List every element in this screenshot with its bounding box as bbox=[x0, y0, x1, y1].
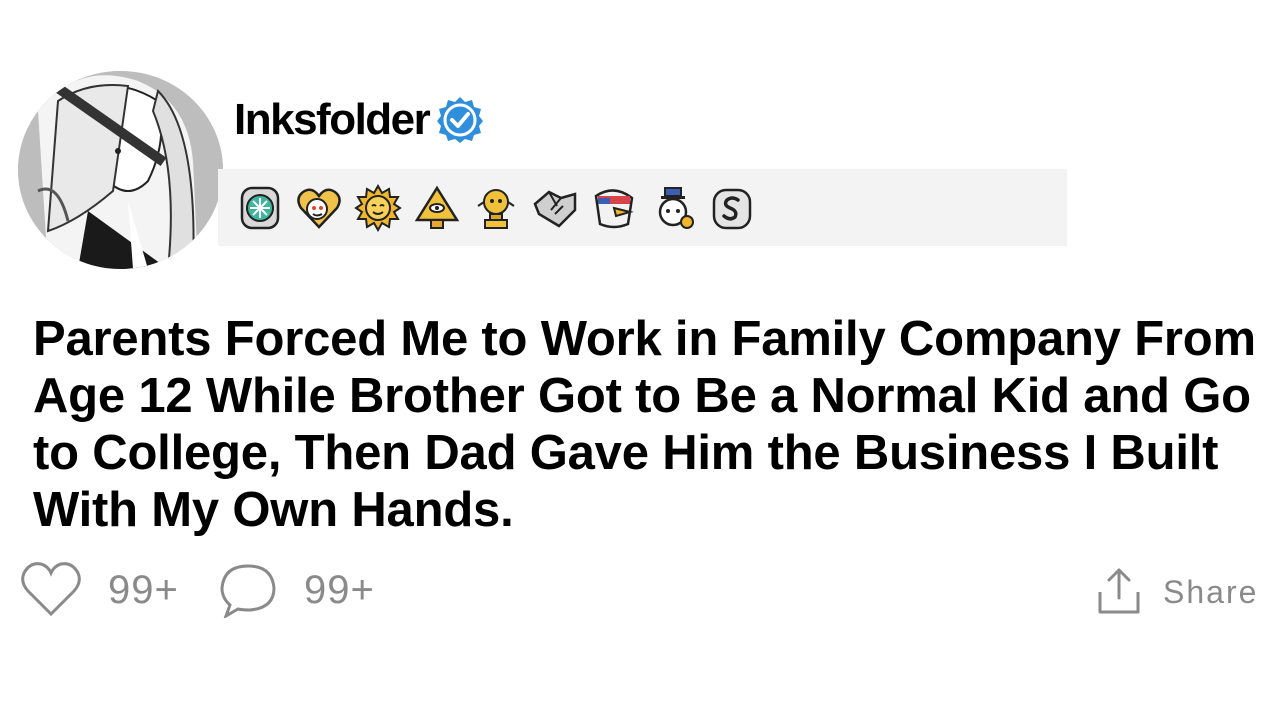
sun-face-award-icon[interactable] bbox=[354, 183, 402, 232]
silver-coin-award-icon[interactable] bbox=[708, 184, 756, 232]
eagle-award-icon[interactable] bbox=[590, 184, 638, 232]
share-action[interactable] bbox=[1096, 566, 1142, 616]
gem-award-icon[interactable] bbox=[236, 184, 284, 232]
like-count: 99+ bbox=[108, 568, 179, 612]
wholesome-heart-award-icon[interactable] bbox=[295, 184, 343, 232]
comment-bubble-icon[interactable] bbox=[218, 562, 278, 618]
avatar-illustration bbox=[18, 71, 223, 269]
awards-strip bbox=[218, 169, 1067, 246]
post-actions: 99+ 99+ Share bbox=[20, 560, 1260, 624]
comment-count: 99+ bbox=[304, 568, 375, 612]
post-title: Parents Forced Me to Work in Family Comp… bbox=[33, 312, 1256, 537]
username[interactable]: Inksfolder bbox=[234, 92, 431, 148]
gold-trophy-award-icon[interactable] bbox=[472, 184, 520, 232]
heart-icon[interactable] bbox=[20, 560, 82, 618]
comment-action[interactable] bbox=[218, 562, 278, 618]
avatar[interactable] bbox=[18, 71, 223, 269]
like-action[interactable] bbox=[20, 560, 82, 618]
illuminati-pyramid-award-icon[interactable] bbox=[413, 184, 461, 232]
verified-badge-icon bbox=[437, 97, 484, 143]
share-icon[interactable] bbox=[1096, 566, 1142, 616]
username-row: Inksfolder bbox=[234, 92, 485, 148]
snoo-helper-award-icon[interactable] bbox=[649, 184, 697, 232]
share-label[interactable]: Share bbox=[1163, 574, 1258, 611]
handshake-award-icon[interactable] bbox=[531, 184, 579, 232]
